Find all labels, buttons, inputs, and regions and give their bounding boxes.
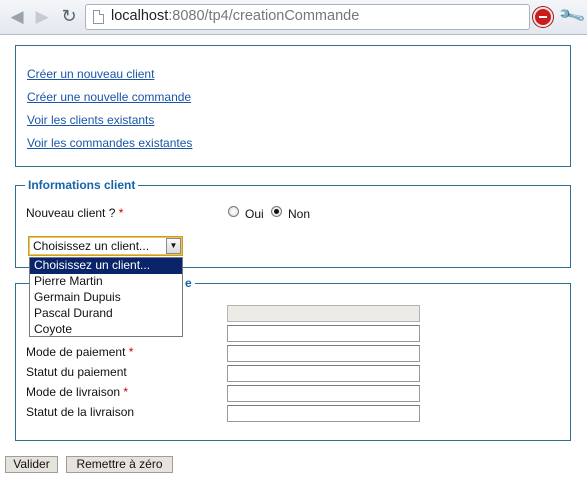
- required-mark: *: [118, 206, 124, 220]
- payment-mode-label: Mode de paiement *: [26, 345, 133, 359]
- new-client-label: Nouveau client ? *: [26, 206, 123, 220]
- client-select-dropdown: Choisissez un client... Pierre Martin Ge…: [29, 257, 183, 337]
- payment-mode-label-text: Mode de paiement: [26, 345, 126, 359]
- dropdown-option[interactable]: Germain Dupuis: [30, 290, 182, 306]
- required-mark: *: [128, 345, 134, 359]
- forward-arrow-icon[interactable]: ▶: [31, 6, 53, 28]
- dropdown-option[interactable]: Choisissez un client...: [30, 258, 182, 274]
- new-client-label-text: Nouveau client ?: [26, 206, 116, 220]
- url-text: localhost:8080/tp4/creationCommande: [111, 8, 359, 24]
- url-host: localhost: [111, 8, 169, 24]
- payment-status-label: Statut du paiement: [26, 365, 127, 379]
- link-create-client[interactable]: Créer un nouveau client: [27, 67, 154, 81]
- back-arrow-icon[interactable]: ◀: [6, 6, 28, 28]
- client-info-legend: Informations client: [25, 178, 139, 192]
- dropdown-option[interactable]: Pascal Durand: [30, 306, 182, 322]
- submit-button[interactable]: Valider: [5, 456, 58, 473]
- dropdown-option[interactable]: Coyote: [30, 322, 182, 338]
- payment-mode-field[interactable]: [227, 345, 420, 362]
- client-select[interactable]: Choisissez un client... ▼: [28, 236, 183, 256]
- client-select-value: Choisissez un client...: [33, 239, 150, 253]
- order-info-legend: e: [182, 276, 195, 290]
- radio-oui-label: Oui: [245, 207, 264, 221]
- radio-non-label: Non: [288, 207, 311, 221]
- delivery-status-field[interactable]: [227, 405, 420, 422]
- order-date-field: [227, 305, 420, 322]
- url-path: :8080/tp4/creationCommande: [168, 8, 360, 24]
- wrench-menu-icon[interactable]: 🔧: [557, 2, 587, 31]
- dropdown-option[interactable]: Pierre Martin: [30, 274, 182, 290]
- link-view-orders[interactable]: Voir les commandes existantes: [27, 136, 192, 150]
- delivery-mode-field[interactable]: [227, 385, 420, 402]
- navigation-links-box: Créer un nouveau client Créer une nouvel…: [15, 45, 571, 167]
- reset-button[interactable]: Remettre à zéro: [66, 456, 173, 473]
- reload-icon[interactable]: ↻: [58, 6, 80, 28]
- browser-toolbar: ◀ ▶ ↻ localhost:8080/tp4/creationCommand…: [0, 0, 587, 35]
- order-amount-field[interactable]: [227, 325, 420, 342]
- delivery-mode-label-text: Mode de livraison: [26, 385, 121, 399]
- delivery-status-label: Statut de la livraison: [26, 405, 135, 419]
- link-create-order[interactable]: Créer une nouvelle commande: [27, 90, 191, 104]
- chevron-down-icon[interactable]: ▼: [166, 238, 181, 254]
- link-view-clients[interactable]: Voir les clients existants: [27, 113, 154, 127]
- radio-non[interactable]: [271, 206, 282, 217]
- stop-extension-icon[interactable]: [533, 7, 553, 27]
- required-mark: *: [123, 385, 129, 399]
- delivery-mode-label: Mode de livraison *: [26, 385, 128, 399]
- address-bar[interactable]: localhost:8080/tp4/creationCommande ☆: [85, 4, 587, 30]
- payment-status-field[interactable]: [227, 365, 420, 382]
- page-icon: [93, 10, 104, 24]
- radio-oui[interactable]: [228, 206, 239, 217]
